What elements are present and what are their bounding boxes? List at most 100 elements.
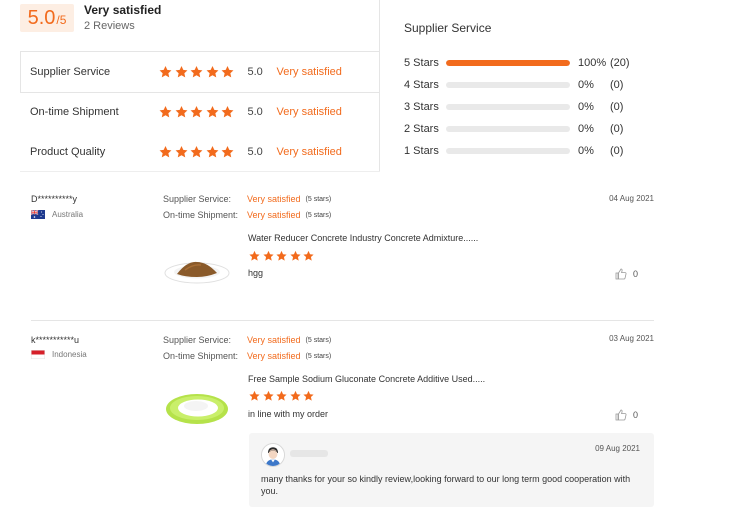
distribution-label: 3 Stars	[404, 101, 439, 113]
star-icon	[302, 390, 315, 402]
star-icon	[262, 390, 275, 402]
shipment-stars-text: (5 stars)	[305, 211, 332, 219]
reviews-count: 2 Reviews	[84, 20, 135, 32]
star-icon	[205, 145, 220, 159]
review-service-rating: Supplier Service: Very satisfied (5 star…	[163, 194, 331, 204]
like-count: 0	[633, 269, 639, 279]
category-label: Supplier Service	[30, 66, 111, 78]
product-thumbnail[interactable]	[163, 257, 231, 287]
review-divider	[31, 320, 654, 321]
review-date: 03 Aug 2021	[609, 334, 654, 343]
distribution-count: (0)	[610, 101, 624, 113]
panel-divider	[20, 171, 380, 172]
distribution-bar	[446, 104, 570, 110]
star-icon	[189, 65, 204, 79]
star-icon	[189, 145, 204, 159]
panel-divider	[20, 51, 380, 52]
category-row-supplier-service[interactable]: Supplier Service 5.0 Very satisfied	[30, 62, 342, 82]
shipment-value: Very satisfied	[247, 351, 301, 361]
distribution-percent: 0%	[578, 101, 594, 113]
like-button[interactable]: 0	[615, 268, 638, 280]
distribution-row: 2 Stars 0% (0)	[404, 122, 623, 136]
distribution-percent: 100%	[578, 57, 607, 69]
star-icon	[158, 65, 173, 79]
review-product-link[interactable]: Free Sample Sodium Gluconate Concrete Ad…	[248, 374, 485, 384]
review-date: 04 Aug 2021	[609, 194, 654, 203]
star-icon	[262, 250, 275, 262]
star-icon	[275, 390, 288, 402]
star-icon	[174, 65, 189, 79]
star-icon	[289, 390, 302, 402]
category-label: On-time Shipment	[30, 106, 119, 118]
reviewer-country: Australia	[31, 210, 83, 219]
like-button[interactable]: 0	[615, 409, 638, 421]
review-comment: in line with my order	[248, 409, 329, 419]
distribution-percent: 0%	[578, 145, 594, 157]
shipment-label: On-time Shipment:	[163, 210, 239, 220]
shipment-value: Very satisfied	[247, 210, 301, 220]
star-icon	[220, 65, 235, 79]
star-icon	[189, 105, 204, 119]
supplier-name-obscured	[290, 450, 328, 457]
service-stars-text: (5 stars)	[305, 336, 332, 344]
service-label: Supplier Service:	[163, 335, 232, 345]
category-row-product-quality[interactable]: Product Quality 5.0 Very satisfied	[30, 142, 342, 162]
distribution-percent: 0%	[578, 123, 594, 135]
star-icon	[289, 250, 302, 262]
category-desc: Very satisfied	[276, 106, 342, 118]
distribution-label: 5 Stars	[404, 57, 439, 69]
reviewer-name: k***********u	[31, 335, 80, 345]
distribution-count: (0)	[610, 79, 624, 91]
distribution-count: (0)	[610, 123, 624, 135]
review-comment: hgg	[248, 268, 264, 278]
distribution-percent: 0%	[578, 79, 594, 91]
star-icon	[158, 105, 173, 119]
panel-divider	[379, 0, 380, 172]
review-shipment-rating: On-time Shipment: Very satisfied (5 star…	[163, 351, 331, 361]
service-stars-text: (5 stars)	[305, 195, 332, 203]
category-stars	[158, 105, 236, 119]
supplier-avatar	[261, 443, 285, 467]
category-desc: Very satisfied	[276, 146, 342, 158]
product-thumbnail[interactable]	[163, 392, 231, 426]
review-product-link[interactable]: Water Reducer Concrete Industry Concrete…	[248, 233, 478, 243]
overall-score-max: /5	[56, 13, 67, 27]
star-icon	[158, 145, 173, 159]
distribution-row: 3 Stars 0% (0)	[404, 100, 623, 114]
star-icon	[205, 105, 220, 119]
distribution-bar	[446, 60, 570, 66]
overall-score: 5.0	[27, 7, 56, 29]
like-count: 0	[633, 410, 639, 420]
category-score: 5.0	[247, 66, 263, 78]
australia-flag-icon	[31, 210, 45, 219]
star-icon	[248, 390, 261, 402]
distribution-row: 4 Stars 0% (0)	[404, 78, 623, 92]
distribution-title: Supplier Service	[404, 21, 492, 35]
thumbs-up-icon	[615, 268, 627, 280]
reply-text: many thanks for your so kindly review,lo…	[261, 474, 631, 496]
category-stars	[158, 145, 236, 159]
star-icon	[174, 105, 189, 119]
star-icon	[205, 65, 220, 79]
reviewer-name: D**********y	[31, 194, 78, 204]
category-row-on-time-shipment[interactable]: On-time Shipment 5.0 Very satisfied	[30, 102, 342, 122]
star-icon	[275, 250, 288, 262]
service-label: Supplier Service:	[163, 194, 232, 204]
distribution-bar	[446, 82, 570, 88]
service-value: Very satisfied	[247, 335, 301, 345]
review-stars	[248, 390, 316, 402]
distribution-row: 5 Stars 100% (20)	[404, 56, 630, 70]
panel-divider	[20, 51, 21, 93]
review-service-rating: Supplier Service: Very satisfied (5 star…	[163, 335, 331, 345]
overall-rating-text: Very satisfied	[84, 3, 162, 17]
star-icon	[174, 145, 189, 159]
distribution-count: (20)	[610, 57, 630, 69]
review-shipment-rating: On-time Shipment: Very satisfied (5 star…	[163, 210, 331, 220]
distribution-label: 1 Stars	[404, 145, 439, 157]
service-value: Very satisfied	[247, 194, 301, 204]
star-icon	[248, 250, 261, 262]
thumbs-up-icon	[615, 409, 627, 421]
star-icon	[220, 105, 235, 119]
indonesia-flag-icon	[31, 350, 45, 359]
distribution-bar	[446, 126, 570, 132]
